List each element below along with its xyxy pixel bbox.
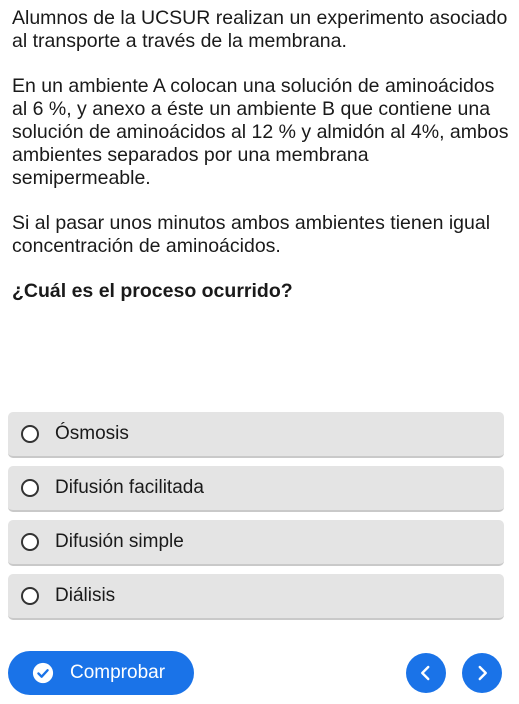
answer-options: Ósmosis Difusión facilitada Difusión sim… <box>8 412 504 628</box>
option-dialisis[interactable]: Diálisis <box>8 574 504 620</box>
option-label: Diálisis <box>55 585 116 606</box>
chevron-right-icon <box>478 665 487 681</box>
next-button[interactable] <box>462 653 502 693</box>
previous-button[interactable] <box>406 653 446 693</box>
question-text: Alumnos de la UCSUR realizan un experime… <box>12 7 512 325</box>
radio-button[interactable] <box>21 425 39 443</box>
question-paragraph-1: Alumnos de la UCSUR realizan un experime… <box>12 7 508 52</box>
question-prompt: ¿Cuál es el proceso ocurrido? <box>12 280 293 302</box>
footer-bar: Comprobar <box>0 645 519 700</box>
check-button-label: Comprobar <box>70 662 166 683</box>
radio-button[interactable] <box>21 587 39 605</box>
option-osmosis[interactable]: Ósmosis <box>8 412 504 458</box>
radio-button[interactable] <box>21 479 39 497</box>
question-paragraph-3: Si al pasar unos minutos ambos ambientes… <box>12 212 491 257</box>
radio-button[interactable] <box>21 533 39 551</box>
question-paragraph-2: En un ambiente A colocan una solución de… <box>12 75 509 189</box>
option-label: Difusión facilitada <box>55 477 204 498</box>
check-button[interactable]: Comprobar <box>8 651 194 695</box>
check-circle-icon <box>32 662 54 684</box>
option-difusion-simple[interactable]: Difusión simple <box>8 520 504 566</box>
chevron-left-icon <box>421 665 430 681</box>
option-label: Difusión simple <box>55 531 184 552</box>
option-difusion-facilitada[interactable]: Difusión facilitada <box>8 466 504 512</box>
option-label: Ósmosis <box>55 423 129 444</box>
